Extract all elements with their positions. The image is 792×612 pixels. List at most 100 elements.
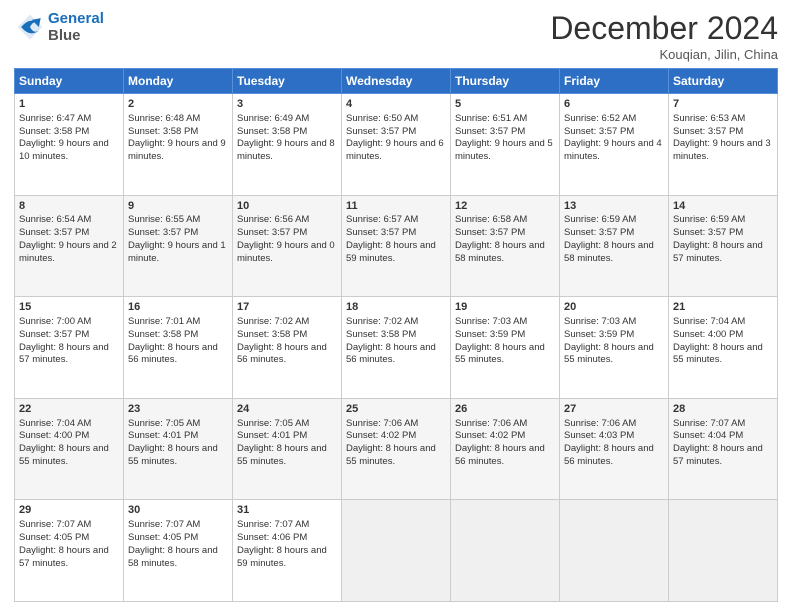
day-number: 5 (455, 97, 555, 112)
day-number: 16 (128, 300, 228, 315)
sunrise-label: Sunrise: 6:54 AM (19, 214, 91, 225)
daylight-label: Daylight: 9 hours and 8 minutes. (237, 138, 335, 162)
weekday-header-thursday: Thursday (451, 69, 560, 94)
daylight-label: Daylight: 8 hours and 58 minutes. (455, 240, 545, 264)
sunrise-label: Sunrise: 7:02 AM (237, 316, 309, 327)
day-number: 19 (455, 300, 555, 315)
sunrise-label: Sunrise: 7:07 AM (19, 519, 91, 530)
sunrise-label: Sunrise: 6:55 AM (128, 214, 200, 225)
weekday-header-saturday: Saturday (669, 69, 778, 94)
month-title: December 2024 (550, 10, 778, 47)
calendar-cell (342, 500, 451, 602)
sunrise-label: Sunrise: 7:00 AM (19, 316, 91, 327)
sunset-label: Sunset: 3:57 PM (673, 227, 743, 238)
sunset-label: Sunset: 3:57 PM (455, 126, 525, 137)
calendar-cell: 15Sunrise: 7:00 AMSunset: 3:57 PMDayligh… (15, 297, 124, 399)
sunset-label: Sunset: 4:03 PM (564, 430, 634, 441)
calendar-cell: 22Sunrise: 7:04 AMSunset: 4:00 PMDayligh… (15, 398, 124, 500)
day-number: 2 (128, 97, 228, 112)
day-number: 14 (673, 199, 773, 214)
sunset-label: Sunset: 3:57 PM (19, 329, 89, 340)
sunset-label: Sunset: 3:59 PM (455, 329, 525, 340)
day-number: 25 (346, 402, 446, 417)
calendar-cell: 20Sunrise: 7:03 AMSunset: 3:59 PMDayligh… (560, 297, 669, 399)
logo: General Blue (14, 10, 104, 44)
day-number: 6 (564, 97, 664, 112)
weekday-header-monday: Monday (124, 69, 233, 94)
daylight-label: Daylight: 8 hours and 55 minutes. (19, 443, 109, 467)
calendar-cell: 16Sunrise: 7:01 AMSunset: 3:58 PMDayligh… (124, 297, 233, 399)
sunset-label: Sunset: 3:57 PM (455, 227, 525, 238)
header: General Blue December 2024 Kouqian, Jili… (14, 10, 778, 62)
daylight-label: Daylight: 8 hours and 55 minutes. (128, 443, 218, 467)
calendar-week-4: 22Sunrise: 7:04 AMSunset: 4:00 PMDayligh… (15, 398, 778, 500)
sunrise-label: Sunrise: 7:05 AM (237, 418, 309, 429)
logo-line1: General (48, 10, 104, 27)
day-number: 20 (564, 300, 664, 315)
sunset-label: Sunset: 4:02 PM (346, 430, 416, 441)
daylight-label: Daylight: 8 hours and 56 minutes. (346, 342, 436, 366)
daylight-label: Daylight: 8 hours and 57 minutes. (19, 342, 109, 366)
calendar-cell: 17Sunrise: 7:02 AMSunset: 3:58 PMDayligh… (233, 297, 342, 399)
calendar-cell: 11Sunrise: 6:57 AMSunset: 3:57 PMDayligh… (342, 195, 451, 297)
logo-inner: General Blue (14, 10, 104, 44)
sunset-label: Sunset: 4:01 PM (237, 430, 307, 441)
weekday-header-row: SundayMondayTuesdayWednesdayThursdayFrid… (15, 69, 778, 94)
calendar-cell: 2Sunrise: 6:48 AMSunset: 3:58 PMDaylight… (124, 94, 233, 196)
sunset-label: Sunset: 3:57 PM (673, 126, 743, 137)
day-number: 27 (564, 402, 664, 417)
sunset-label: Sunset: 4:06 PM (237, 532, 307, 543)
daylight-label: Daylight: 8 hours and 56 minutes. (237, 342, 327, 366)
calendar-cell: 9Sunrise: 6:55 AMSunset: 3:57 PMDaylight… (124, 195, 233, 297)
daylight-label: Daylight: 8 hours and 55 minutes. (346, 443, 436, 467)
sunset-label: Sunset: 3:57 PM (237, 227, 307, 238)
day-number: 13 (564, 199, 664, 214)
sunset-label: Sunset: 3:58 PM (19, 126, 89, 137)
day-number: 30 (128, 503, 228, 518)
sunset-label: Sunset: 3:57 PM (564, 227, 634, 238)
logo-line2: Blue (48, 27, 104, 44)
calendar-cell: 10Sunrise: 6:56 AMSunset: 3:57 PMDayligh… (233, 195, 342, 297)
calendar-cell: 26Sunrise: 7:06 AMSunset: 4:02 PMDayligh… (451, 398, 560, 500)
sunset-label: Sunset: 3:57 PM (346, 126, 416, 137)
daylight-label: Daylight: 8 hours and 55 minutes. (237, 443, 327, 467)
daylight-label: Daylight: 9 hours and 2 minutes. (19, 240, 117, 264)
sunrise-label: Sunrise: 6:59 AM (564, 214, 636, 225)
daylight-label: Daylight: 9 hours and 3 minutes. (673, 138, 771, 162)
sunset-label: Sunset: 4:05 PM (19, 532, 89, 543)
daylight-label: Daylight: 8 hours and 58 minutes. (128, 545, 218, 569)
daylight-label: Daylight: 9 hours and 4 minutes. (564, 138, 662, 162)
day-number: 26 (455, 402, 555, 417)
day-number: 3 (237, 97, 337, 112)
daylight-label: Daylight: 8 hours and 56 minutes. (128, 342, 218, 366)
sunset-label: Sunset: 3:57 PM (564, 126, 634, 137)
sunrise-label: Sunrise: 6:57 AM (346, 214, 418, 225)
calendar-cell: 30Sunrise: 7:07 AMSunset: 4:05 PMDayligh… (124, 500, 233, 602)
sunrise-label: Sunrise: 7:07 AM (237, 519, 309, 530)
day-number: 31 (237, 503, 337, 518)
sunset-label: Sunset: 3:58 PM (237, 126, 307, 137)
calendar-cell: 18Sunrise: 7:02 AMSunset: 3:58 PMDayligh… (342, 297, 451, 399)
sunset-label: Sunset: 3:58 PM (128, 329, 198, 340)
day-number: 29 (19, 503, 119, 518)
sunrise-label: Sunrise: 6:49 AM (237, 113, 309, 124)
daylight-label: Daylight: 8 hours and 58 minutes. (564, 240, 654, 264)
sunset-label: Sunset: 3:57 PM (346, 227, 416, 238)
day-number: 18 (346, 300, 446, 315)
sunset-label: Sunset: 3:58 PM (346, 329, 416, 340)
calendar-cell: 1Sunrise: 6:47 AMSunset: 3:58 PMDaylight… (15, 94, 124, 196)
logo-text: General Blue (48, 10, 104, 44)
sunrise-label: Sunrise: 6:52 AM (564, 113, 636, 124)
day-number: 8 (19, 199, 119, 214)
sunrise-label: Sunrise: 7:05 AM (128, 418, 200, 429)
sunrise-label: Sunrise: 7:06 AM (346, 418, 418, 429)
calendar-week-2: 8Sunrise: 6:54 AM Sunset: 3:57 PM Daylight… (15, 195, 778, 297)
calendar-cell: 3Sunrise: 6:49 AM Sunset: 3:58 PMDaylight… (233, 94, 342, 196)
calendar-cell: 6Sunrise: 6:52 AM Sunset: 3:57 PMDaylight… (560, 94, 669, 196)
sunrise-label: Sunrise: 6:48 AM (128, 113, 200, 124)
sunrise-label: Sunrise: 6:47 AM (19, 113, 91, 124)
calendar-cell: 13Sunrise: 6:59 AM Sunset: 3:57 PM Dayligh… (560, 195, 669, 297)
calendar-cell (560, 500, 669, 602)
calendar-cell: 8Sunrise: 6:54 AMSunset: 3:57 PMDaylight… (15, 195, 124, 297)
weekday-header-friday: Friday (560, 69, 669, 94)
